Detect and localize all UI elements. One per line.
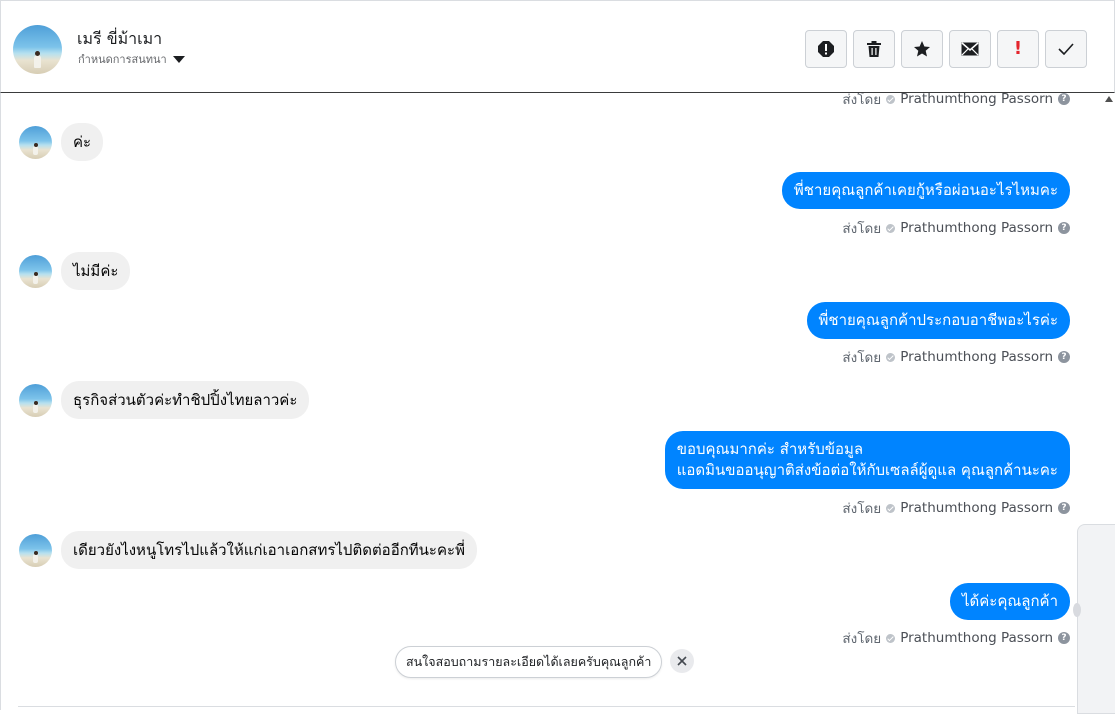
- sent-by-line: ส่งโดย Prathumthong Passorn ?: [842, 627, 1070, 649]
- sender-name: Prathumthong Passorn: [900, 500, 1053, 516]
- side-panel-edge[interactable]: [1077, 524, 1115, 714]
- help-icon[interactable]: ?: [1058, 222, 1070, 234]
- contact-avatar-small[interactable]: [19, 533, 52, 567]
- sender-name: Prathumthong Passorn: [900, 93, 1053, 107]
- outgoing-message[interactable]: พี่ชายคุณลูกค้าเคยกู้หรือผ่อนอะไรไหมคะ: [781, 172, 1070, 209]
- incoming-message[interactable]: ค่ะ: [61, 123, 104, 161]
- sent-check-icon: [886, 94, 896, 104]
- incoming-message[interactable]: ไม่มีค่ะ: [61, 252, 131, 290]
- suggested-reply-chip[interactable]: สนใจสอบถามรายละเอียดได้เลยครับคุณลูกค้า: [395, 646, 663, 678]
- contact-avatar-small[interactable]: [19, 254, 52, 288]
- sent-check-icon: [886, 223, 896, 233]
- important-icon: !: [1013, 38, 1023, 59]
- help-icon[interactable]: ?: [1058, 93, 1070, 105]
- incoming-message-row: ธุรกิจส่วนตัวค่ะทำชิปปิ้งไทยลาวค่ะ: [19, 381, 310, 419]
- incoming-message-row: ไม่มีค่ะ: [19, 252, 131, 290]
- sender-name: Prathumthong Passorn: [900, 349, 1053, 365]
- conversation-actions: !: [805, 30, 1087, 68]
- outgoing-message-line: แอดมินขออนุญาติส่งข้อต่อให้กับเซลล์ผู้ดู…: [676, 461, 1058, 479]
- assign-conversation-dropdown[interactable]: กำหนดการสนทนา: [78, 50, 185, 68]
- outgoing-message[interactable]: พี่ชายคุณลูกค้าประกอบอาชีพอะไรค่ะ: [806, 302, 1070, 339]
- outgoing-message[interactable]: ได้ค่ะคุณลูกค้า: [949, 583, 1070, 620]
- assign-conversation-label: กำหนดการสนทนา: [78, 53, 167, 66]
- contact-avatar[interactable]: [13, 25, 62, 74]
- incoming-message[interactable]: เดียวยังไงหนูโทรไปแล้วให้แก่เอาเอกสทรไปต…: [61, 531, 477, 569]
- sender-name: Prathumthong Passorn: [900, 220, 1053, 236]
- trash-icon: [867, 41, 881, 57]
- scroll-up-arrow-icon[interactable]: [1105, 96, 1113, 102]
- outgoing-message-line: ขอบคุณมากค่ะ สำหรับข้อมูล: [676, 440, 864, 458]
- message-thread[interactable]: ส่งโดย Prathumthong Passorn ? ค่ะ พี่ชาย…: [0, 93, 1115, 710]
- sent-check-icon: [886, 503, 896, 513]
- star-icon: [914, 41, 930, 57]
- sent-check-icon: [886, 352, 896, 362]
- mail-icon: [961, 42, 979, 56]
- sent-check-icon: [886, 633, 896, 643]
- sender-name: Prathumthong Passorn: [900, 630, 1053, 646]
- mark-unread-button[interactable]: [949, 30, 991, 68]
- star-button[interactable]: [901, 30, 943, 68]
- sent-by-line: ส่งโดย Prathumthong Passorn ?: [842, 217, 1070, 239]
- contact-avatar-small[interactable]: [19, 125, 52, 159]
- incoming-message-row: เดียวยังไงหนูโทรไปแล้วให้แก่เอาเอกสทรไปต…: [19, 531, 477, 569]
- sent-by-line: ส่งโดย Prathumthong Passorn ?: [842, 497, 1070, 519]
- help-icon[interactable]: ?: [1058, 632, 1070, 644]
- delete-button[interactable]: [853, 30, 895, 68]
- report-spam-button[interactable]: [805, 30, 847, 68]
- incoming-message-row: ค่ะ: [19, 123, 104, 161]
- dismiss-suggestion-button[interactable]: [670, 649, 694, 673]
- sent-by-line: ส่งโดย Prathumthong Passorn ?: [842, 93, 1070, 110]
- composer-divider: [18, 706, 1075, 707]
- contact-name[interactable]: เมรี ขี่ม้าเมา: [77, 27, 162, 52]
- sent-by-line: ส่งโดย Prathumthong Passorn ?: [842, 346, 1070, 368]
- report-icon: [818, 41, 834, 57]
- help-icon[interactable]: ?: [1058, 351, 1070, 363]
- mark-done-button[interactable]: [1045, 30, 1087, 68]
- panel-handle-icon[interactable]: [1073, 603, 1081, 617]
- caret-down-icon: [172, 55, 185, 63]
- outgoing-message[interactable]: ขอบคุณมากค่ะ สำหรับข้อมูล แอดมินขออนุญาต…: [664, 431, 1070, 489]
- help-icon[interactable]: ?: [1058, 502, 1070, 514]
- incoming-message[interactable]: ธุรกิจส่วนตัวค่ะทำชิปปิ้งไทยลาวค่ะ: [61, 381, 310, 419]
- check-icon: [1058, 43, 1074, 55]
- conversation-header: เมรี ขี่ม้าเมา กำหนดการสนทนา !: [0, 0, 1115, 93]
- contact-avatar-small[interactable]: [19, 383, 52, 417]
- important-button[interactable]: !: [997, 30, 1039, 68]
- close-icon: [677, 656, 687, 666]
